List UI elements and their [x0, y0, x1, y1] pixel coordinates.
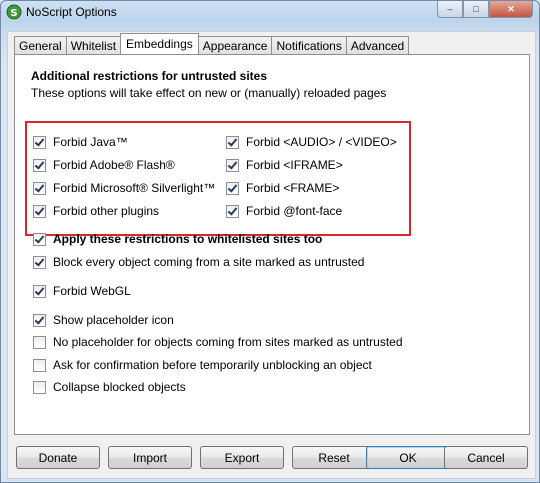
- tab-embeddings[interactable]: Embeddings: [120, 33, 199, 54]
- checkbox-box[interactable]: [33, 255, 46, 269]
- checkbox-label: Forbid <IFRAME>: [246, 158, 343, 172]
- tab-bar: General Whitelist Embeddings Appearance …: [14, 33, 410, 54]
- tab-general[interactable]: General: [14, 36, 67, 54]
- forbid-other-plugins-checkbox[interactable]: Forbid other plugins: [33, 204, 159, 218]
- close-button[interactable]: ✕: [489, 1, 533, 18]
- import-button[interactable]: Import: [108, 446, 192, 469]
- checkbox-box[interactable]: [33, 358, 46, 372]
- ask-confirmation-checkbox[interactable]: Ask for confirmation before temporarily …: [33, 358, 372, 372]
- section-heading: Additional restrictions for untrusted si…: [31, 69, 268, 83]
- checkbox-label: Forbid <AUDIO> / <VIDEO>: [246, 135, 397, 149]
- minimize-button[interactable]: –: [437, 1, 463, 18]
- checkbox-box[interactable]: [33, 181, 46, 195]
- checkbox-label: Forbid <FRAME>: [246, 181, 340, 195]
- checkbox-box[interactable]: [33, 158, 46, 172]
- forbid-font-face-checkbox[interactable]: Forbid @font-face: [226, 204, 342, 218]
- checkbox-box[interactable]: [226, 135, 239, 149]
- forbid-frame-checkbox[interactable]: Forbid <FRAME>: [226, 181, 339, 195]
- forbid-iframe-checkbox[interactable]: Forbid <IFRAME>: [226, 158, 343, 172]
- checkbox-label: Forbid Adobe® Flash®: [53, 158, 175, 172]
- reset-button[interactable]: Reset: [292, 446, 376, 469]
- tab-appearance[interactable]: Appearance: [197, 36, 273, 54]
- noscript-options-window: S NoScript Options – □ ✕ General Whiteli…: [0, 0, 540, 483]
- checkbox-label: Forbid @font-face: [246, 204, 343, 218]
- checkbox-box[interactable]: [226, 158, 239, 172]
- checkbox-label: Forbid Microsoft® Silverlight™: [53, 181, 216, 195]
- forbid-audio-video-checkbox[interactable]: Forbid <AUDIO> / <VIDEO>: [226, 135, 397, 149]
- title-bar[interactable]: S NoScript Options – □ ✕: [1, 1, 539, 23]
- show-placeholder-icon-checkbox[interactable]: Show placeholder icon: [33, 313, 174, 327]
- checkbox-box[interactable]: [33, 380, 46, 394]
- reload-note: These options will take effect on new or…: [31, 86, 387, 100]
- forbid-webgl-checkbox[interactable]: Forbid WebGL: [33, 284, 131, 298]
- maximize-button[interactable]: □: [463, 1, 489, 18]
- checkbox-box[interactable]: [33, 135, 46, 149]
- dialog-content: General Whitelist Embeddings Appearance …: [7, 31, 536, 479]
- checkbox-box[interactable]: [226, 204, 239, 218]
- checkbox-label: No placeholder for objects coming from s…: [53, 335, 403, 349]
- checkbox-label: Block every object coming from a site ma…: [53, 255, 365, 269]
- checkbox-box[interactable]: [33, 335, 46, 349]
- checkbox-label: Forbid other plugins: [53, 204, 160, 218]
- checkbox-box[interactable]: [226, 181, 239, 195]
- apply-to-whitelisted-checkbox[interactable]: Apply these restrictions to whitelisted …: [33, 232, 322, 246]
- checkbox-box[interactable]: [33, 204, 46, 218]
- checkbox-label: Forbid Java™: [53, 135, 128, 149]
- embeddings-panel: Additional restrictions for untrusted si…: [14, 54, 530, 435]
- tab-whitelist[interactable]: Whitelist: [65, 36, 122, 54]
- forbid-flash-checkbox[interactable]: Forbid Adobe® Flash®: [33, 158, 175, 172]
- collapse-blocked-checkbox[interactable]: Collapse blocked objects: [33, 380, 186, 394]
- no-placeholder-checkbox[interactable]: No placeholder for objects coming from s…: [33, 335, 403, 349]
- svg-text:S: S: [10, 8, 17, 19]
- export-button[interactable]: Export: [200, 446, 284, 469]
- checkbox-label: Collapse blocked objects: [53, 380, 186, 394]
- forbid-java-checkbox[interactable]: Forbid Java™: [33, 135, 128, 149]
- tab-notifications[interactable]: Notifications: [271, 36, 347, 54]
- noscript-s-icon: S: [6, 4, 22, 20]
- checkbox-label: Apply these restrictions to whitelisted …: [53, 232, 323, 246]
- checkbox-label: Ask for confirmation before temporarily …: [53, 358, 372, 372]
- forbid-silverlight-checkbox[interactable]: Forbid Microsoft® Silverlight™: [33, 181, 215, 195]
- checkbox-label: Show placeholder icon: [53, 313, 174, 327]
- checkbox-label: Forbid WebGL: [53, 284, 131, 298]
- window-title: NoScript Options: [26, 5, 117, 19]
- checkbox-box[interactable]: [33, 313, 46, 327]
- donate-button[interactable]: Donate: [16, 446, 100, 469]
- checkbox-box[interactable]: [33, 232, 46, 246]
- tab-advanced[interactable]: Advanced: [345, 36, 410, 54]
- cancel-button[interactable]: Cancel: [444, 446, 528, 469]
- checkbox-box[interactable]: [33, 284, 46, 298]
- block-untrusted-objects-checkbox[interactable]: Block every object coming from a site ma…: [33, 255, 364, 269]
- ok-button[interactable]: OK: [366, 446, 450, 469]
